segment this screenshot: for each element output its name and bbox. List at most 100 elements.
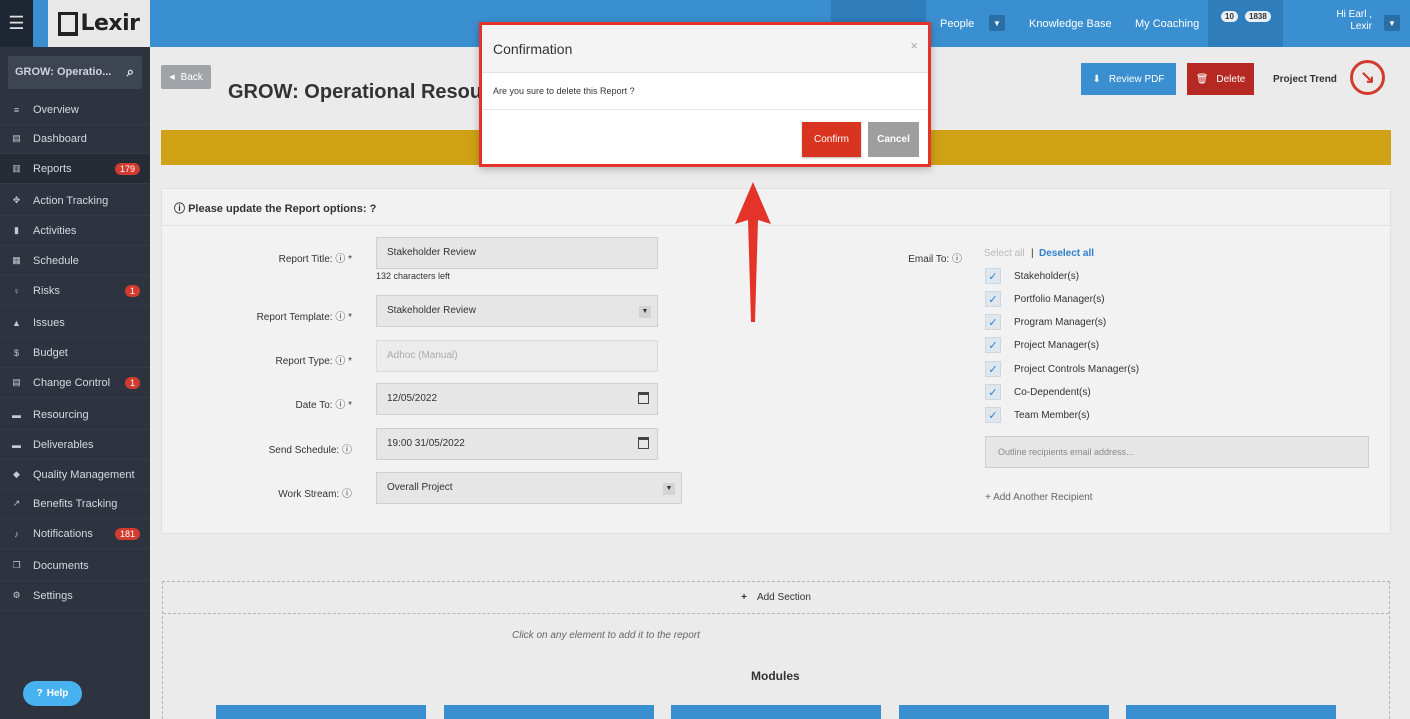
sidebar-item-reports[interactable]: ▥ Reports 179 <box>0 154 150 184</box>
logo-text: Lexir <box>80 11 140 36</box>
sidebar-item-change-control[interactable]: ▤ Change Control 1 <box>0 368 150 398</box>
calendar-icon[interactable] <box>638 392 649 404</box>
close-icon[interactable]: × <box>910 38 918 53</box>
review-pdf-label: Review PDF <box>1108 73 1165 85</box>
messages-badge[interactable]: 1838 <box>1245 11 1271 22</box>
module-card[interactable] <box>899 705 1109 719</box>
delete-button[interactable]: 🗑 Delete <box>1187 63 1254 95</box>
cancel-button[interactable]: Cancel <box>868 122 919 157</box>
add-recipient-link[interactable]: + Add Another Recipient <box>985 492 1093 503</box>
send-schedule-label: Send Schedule: ⓘ <box>268 445 352 456</box>
chars-left: 132 characters left <box>376 271 451 281</box>
dollar-icon: $ <box>13 347 19 358</box>
trash-icon: 🗑 <box>1195 73 1209 85</box>
sidebar-item-label: Issues <box>33 316 65 329</box>
recipient-checkbox[interactable]: ✓ <box>985 291 1001 307</box>
calendar-icon[interactable] <box>638 437 649 449</box>
chart-icon: ▥ <box>12 163 21 173</box>
sidebar-item-activities[interactable]: ▮ Activities <box>0 216 150 246</box>
annotation-arrow <box>735 182 771 322</box>
recipient-checkbox[interactable]: ✓ <box>985 407 1001 423</box>
add-section-button[interactable]: + Add Section <box>163 582 1389 614</box>
sidebar-item-benefits-tracking[interactable]: ↗ Benefits Tracking <box>0 489 150 519</box>
sidebar-item-label: Overview <box>33 103 79 116</box>
sidebar-item-label: Settings <box>33 589 73 602</box>
module-card[interactable] <box>444 705 654 719</box>
folder-icon: ▬ <box>12 409 21 420</box>
nav-knowledge-base[interactable]: Knowledge Base <box>1029 0 1112 47</box>
back-button[interactable]: ◀ Back <box>161 65 211 89</box>
sidebar-item-dashboard[interactable]: ▤ Dashboard <box>0 124 150 154</box>
report-sections: + Add Section <box>162 581 1390 719</box>
date-to-value: 12/05/2022 <box>387 393 438 404</box>
sidebar-item-resourcing[interactable]: ▬ Resourcing <box>0 400 150 430</box>
help-button[interactable]: ? Help <box>23 681 82 706</box>
recipient-checkbox[interactable]: ✓ <box>985 384 1001 400</box>
count-badge: 179 <box>114 162 140 175</box>
logo[interactable]: Lexir <box>48 0 150 47</box>
modal-message: Are you sure to delete this Report ? <box>482 73 928 110</box>
add-section-label: Add Section <box>756 592 811 603</box>
search-icon[interactable]: ⌕ <box>127 64 134 80</box>
truck-icon: ▬ <box>12 439 21 450</box>
review-pdf-button[interactable]: ⬇ Review PDF <box>1081 63 1176 95</box>
separator: | <box>1031 248 1034 259</box>
warning-icon: ▲ <box>12 317 21 328</box>
sidebar-item-issues[interactable]: ▲ Issues <box>0 308 150 338</box>
report-type-label-text: Report Type: <box>275 356 333 367</box>
add-recipient-label: Add Another Recipient <box>993 492 1093 503</box>
project-search[interactable]: GROW: Operatio... ⌕ <box>8 56 142 89</box>
recipient-label: Co-Dependent(s) <box>1014 387 1091 398</box>
documents-icon: ❐ <box>12 560 21 570</box>
report-template-select[interactable]: Stakeholder Review ▼ <box>376 295 658 327</box>
work-stream-label-text: Work Stream: <box>278 489 340 500</box>
work-stream-select[interactable]: Overall Project ▼ <box>376 472 682 504</box>
send-schedule-input[interactable]: 19:00 31/05/2022 <box>376 428 658 460</box>
panel-heading-text: Please update the Report options: <box>188 203 367 215</box>
sidebar-item-action-tracking[interactable]: ✥ Action Tracking <box>0 186 150 216</box>
recipient-label: Project Controls Manager(s) <box>1014 364 1140 375</box>
sidebar-item-label: Resourcing <box>33 408 89 421</box>
work-stream-value: Overall Project <box>387 482 453 493</box>
select-all-link[interactable]: Select all <box>984 248 1025 259</box>
user-menu-chevron-icon[interactable]: ▼ <box>1384 15 1400 31</box>
sidebar-item-overview[interactable]: ≡ Overview <box>0 95 150 125</box>
recipient-checkbox[interactable]: ✓ <box>985 268 1001 284</box>
bulb-icon: ♀ <box>13 285 20 296</box>
date-to-input[interactable]: 12/05/2022 <box>376 383 658 415</box>
alerts-badge[interactable]: 10 <box>1221 11 1238 22</box>
module-card[interactable] <box>216 705 426 719</box>
recipient-label: Program Manager(s) <box>1014 317 1107 328</box>
recipient-checkbox[interactable]: ✓ <box>985 337 1001 353</box>
email-to-label-text: Email To: <box>908 254 950 265</box>
sidebar-item-budget[interactable]: $ Budget <box>0 338 150 368</box>
list-icon: ≡ <box>13 104 20 115</box>
deselect-all-link[interactable]: Deselect all <box>1039 248 1094 259</box>
bell-icon: ♪ <box>14 528 19 539</box>
recipient-checkbox[interactable]: ✓ <box>985 361 1001 377</box>
help-icon: ? <box>36 688 43 699</box>
sidebar-item-documents[interactable]: ❐ Documents <box>0 551 150 581</box>
user-greeting[interactable]: Hi Earl , Lexir <box>1336 9 1372 33</box>
sidebar-item-schedule[interactable]: ▦ Schedule <box>0 246 150 276</box>
back-label: Back <box>180 71 203 83</box>
sidebar-item-quality-management[interactable]: ◆ Quality Management <box>0 460 150 490</box>
recipient-checkbox[interactable]: ✓ <box>985 314 1001 330</box>
report-title-input[interactable]: Stakeholder Review <box>376 237 658 269</box>
module-card[interactable] <box>671 705 881 719</box>
chevron-down-icon[interactable]: ▼ <box>989 15 1005 31</box>
greeting-company: Lexir <box>1350 21 1372 32</box>
email-to-label: Email To: ⓘ <box>908 254 962 265</box>
sidebar-item-risks[interactable]: ♀ Risks 1 <box>0 276 150 306</box>
recipients-email-input[interactable]: Outline recipients email address... <box>985 436 1369 468</box>
nav-people[interactable]: People <box>940 0 974 47</box>
confirm-button[interactable]: Confirm <box>802 122 861 157</box>
sidebar-item-settings[interactable]: ⚙ Settings <box>0 581 150 611</box>
sidebar-item-notifications[interactable]: ♪ Notifications 181 <box>0 519 150 549</box>
nav-my-coaching[interactable]: My Coaching <box>1135 0 1199 47</box>
dashboard-icon: ▤ <box>12 133 21 143</box>
help-circle-icon[interactable]: ? <box>367 203 377 215</box>
sidebar-item-deliverables[interactable]: ▬ Deliverables <box>0 430 150 460</box>
module-card[interactable] <box>1126 705 1336 719</box>
hamburger-menu-icon[interactable]: ☰ <box>0 0 33 47</box>
